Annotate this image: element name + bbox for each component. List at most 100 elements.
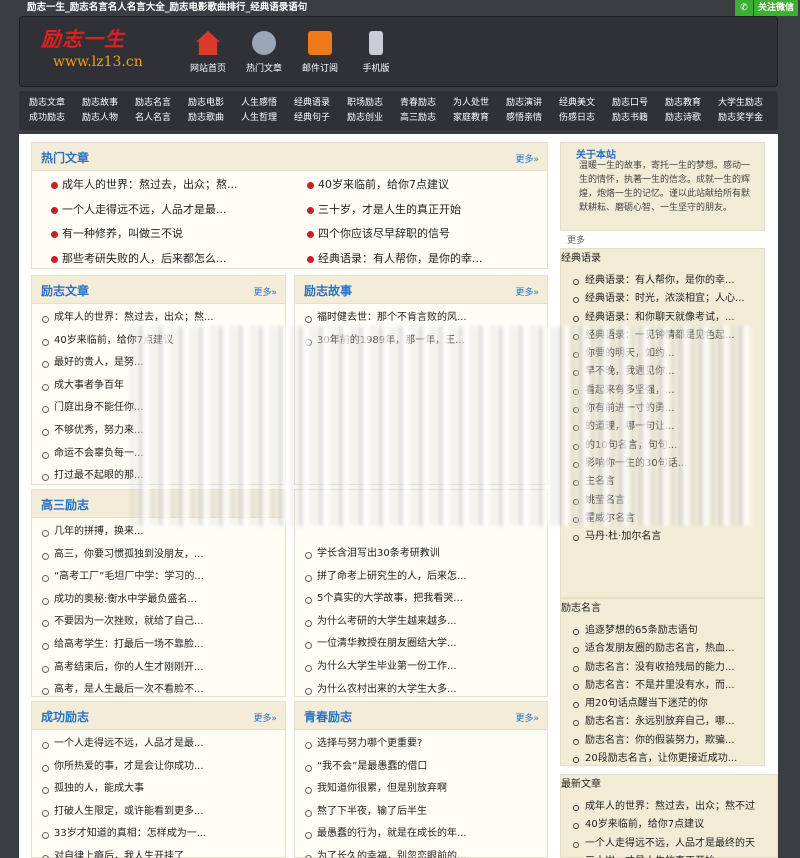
more-link[interactable]: 更多»	[515, 285, 539, 298]
article-link[interactable]: 励志名言：永远别放弃自己，哪...	[561, 713, 764, 731]
nav-home[interactable]: 网站首页	[180, 29, 236, 74]
article-link[interactable]: 5个真实的大学故事，把我看哭...	[305, 588, 547, 611]
hot-article-link[interactable]: 四个你应该尽早辞职的信号	[288, 222, 538, 247]
article-link[interactable]: 一个人走得远不远，人品才是最终的天	[561, 835, 777, 853]
hot-article-link[interactable]: 40岁来临前，给你7点建议	[288, 173, 538, 198]
article-link[interactable]: 一位清华教授在朋友圈结大学...	[305, 633, 547, 656]
hot-article-link[interactable]: 有一种修养，叫做三不说	[32, 222, 288, 247]
more-link[interactable]: 更多	[567, 233, 585, 246]
wechat-follow[interactable]: ✆ 关注微信	[734, 0, 798, 16]
category-link[interactable]: 经典美文	[559, 96, 612, 111]
article-link[interactable]: 不要因为一次挫败，就给了自己...	[42, 611, 285, 634]
category-link[interactable]: 经典语录	[294, 96, 347, 111]
article-link[interactable]: 励志名言：没有收拾残局的能力...	[561, 659, 764, 677]
hot-article-link[interactable]: 成年人的世界：熬过去，出众；熬...	[32, 173, 288, 198]
more-link[interactable]: 更多»	[253, 711, 277, 724]
panel-title: 成功励志	[41, 710, 90, 724]
article-link[interactable]: 学长含泪写出30条考研教训	[305, 543, 547, 566]
article-link[interactable]: 为了长久的幸福，别忽恋眼前的...	[305, 846, 547, 858]
article-link[interactable]: 马丹·杜·加尔名言	[561, 528, 764, 546]
article-link[interactable]: 对自律上瘾后，我人生开挂了	[42, 846, 285, 858]
category-link[interactable]: 励志文章	[29, 96, 82, 111]
article-link[interactable]: 熬了下半夜，输了后半生	[305, 801, 547, 824]
category-link[interactable]: 职场励志	[347, 96, 400, 111]
article-link[interactable]: 励志名言：你的假装努力，欺骗...	[561, 732, 764, 750]
category-link[interactable]: 高三励志	[400, 111, 453, 126]
panel-title: 热门文章	[41, 151, 90, 165]
category-link[interactable]: 人生感悟	[241, 96, 294, 111]
hot-article-link[interactable]: 三十岁，才是人生的真正开始	[288, 198, 538, 223]
article-link[interactable]: 用20句话点醒当下迷茫的你	[561, 695, 764, 713]
article-list: 选择与努力哪个更重要? “我不会”是最愚蠢的借口 我知道你很累，但是别放弃啊 熬了下半…	[295, 730, 547, 858]
category-link[interactable]: 励志演讲	[506, 96, 559, 111]
article-link[interactable]: 拼了命考上研究生的人，后来怎...	[305, 566, 547, 589]
article-link[interactable]: 高考，是人生最后一次不看脸不...	[42, 679, 285, 702]
category-link[interactable]: 励志口号	[612, 96, 665, 111]
wechat-label[interactable]: 关注微信	[753, 0, 798, 16]
article-link[interactable]: 三十岁，才是人生的真正开始	[561, 853, 777, 858]
category-link[interactable]: 励志书籍	[612, 111, 665, 126]
article-link[interactable]: 孤独的人，能成大事	[42, 778, 285, 801]
article-link[interactable]: 追逐梦想的65条励志语句	[561, 622, 764, 640]
category-link[interactable]: 励志诗歌	[665, 111, 718, 126]
article-link[interactable]: 高三，你要习惯孤独到没朋友，...	[42, 544, 285, 567]
article-link[interactable]: 33岁才知道的真相：怎样成为一...	[42, 823, 285, 846]
category-link[interactable]: 名人名言	[135, 111, 188, 126]
site-title: 励志一生_励志名言名人名言大全_励志电影歌曲排行_经典语录语句	[27, 2, 308, 13]
article-link[interactable]: 成功的奥秘:衡水中学最负盛名...	[42, 589, 285, 612]
article-link[interactable]: 我知道你很累，但是别放弃啊	[305, 778, 547, 801]
category-link[interactable]: 经典句子	[294, 111, 347, 126]
article-link[interactable]: 你所热爱的事，才是会让你成功...	[42, 756, 285, 779]
more-link[interactable]: 更多»	[253, 285, 277, 298]
nav-hot[interactable]: 热门文章	[236, 29, 292, 74]
article-link[interactable]: 成年人的世界：熬过去，出众；熬不过	[561, 798, 777, 816]
article-link[interactable]: 励志名言：不是井里没有水，而...	[561, 677, 764, 695]
article-link[interactable]: 20段励志名言，让你更接近成功...	[561, 750, 764, 768]
article-link[interactable]: 经典语录：和你聊天就像考试，...	[561, 309, 764, 327]
category-link[interactable]: 青春励志	[400, 96, 453, 111]
category-link[interactable]: 励志名言	[135, 96, 188, 111]
article-link[interactable]: 40岁来临前，给你7点建议	[561, 816, 777, 834]
category-link[interactable]: 人生哲理	[241, 111, 294, 126]
category-link[interactable]: 伤感日志	[559, 111, 612, 126]
category-link[interactable]: 励志歌曲	[188, 111, 241, 126]
nav-rss[interactable]: 邮件订阅	[292, 29, 348, 74]
nav-mobile[interactable]: 手机版	[348, 29, 404, 74]
article-link[interactable]: 选择与努力哪个更重要?	[305, 733, 547, 756]
site-logo[interactable]: 励志一生 www.lz13.cn	[41, 23, 143, 70]
article-link[interactable]: 为什么考研的大学生越来越多...	[305, 611, 547, 634]
panel-title: 经典语录	[561, 253, 601, 264]
category-link[interactable]: 励志故事	[82, 96, 135, 111]
more-link[interactable]: 更多»	[515, 152, 539, 165]
category-link[interactable]: 励志人物	[82, 111, 135, 126]
category-row-2: 成功励志 励志人物 名人名言 励志歌曲 人生哲理 经典句子 励志创业 高三励志 家庭教育 感悟亲情…	[29, 111, 778, 126]
article-link[interactable]: “我不会”是最愚蠢的借口	[305, 756, 547, 779]
hot-list: 成年人的世界：熬过去，出众；熬... 40岁来临前，给你7点建议 一个人走得远不远，…	[32, 171, 547, 271]
hot-articles-panel: 热门文章 更多» 成年人的世界：熬过去，出众；熬... 40岁来临前，给你7点建议一…	[31, 142, 548, 269]
category-link[interactable]: 大学生励志	[718, 96, 771, 111]
category-link[interactable]: 家庭教育	[453, 111, 506, 126]
article-link[interactable]: 为什么农村出来的大学生大多...	[305, 679, 547, 702]
article-link[interactable]: 为什么大学生毕业第一份工作...	[305, 656, 547, 679]
hot-article-link[interactable]: 那些考研失败的人，后来都怎么...	[32, 247, 288, 272]
article-link[interactable]: 经典语录：有人帮你，是你的幸...	[561, 272, 764, 290]
article-link[interactable]: “高考工厂”毛坦厂中学：学习的...	[42, 566, 285, 589]
article-link[interactable]: 给高考学生：打最后一场不靠脸...	[42, 634, 285, 657]
category-link[interactable]: 感悟亲情	[506, 111, 559, 126]
category-link[interactable]: 励志奖学金	[718, 111, 771, 126]
hot-article-link[interactable]: 一个人走得远不远，人品才是最...	[32, 198, 288, 223]
more-link[interactable]: 更多»	[515, 711, 539, 724]
article-link[interactable]: 一个人走得远不远，人品才是最...	[42, 733, 285, 756]
category-link[interactable]: 励志电影	[188, 96, 241, 111]
category-link[interactable]: 励志创业	[347, 111, 400, 126]
home-icon	[196, 31, 220, 55]
hot-article-link[interactable]: 经典语录：有人帮你，是你的幸...	[288, 247, 538, 272]
article-link[interactable]: 打破人生限定，或许能看到更多...	[42, 801, 285, 824]
article-link[interactable]: 最愚蠢的行为，就是在成长的年...	[305, 823, 547, 846]
category-link[interactable]: 励志教育	[665, 96, 718, 111]
category-link[interactable]: 成功励志	[29, 111, 82, 126]
article-link[interactable]: 高考结束后，你的人生才刚刚开...	[42, 657, 285, 680]
article-link[interactable]: 适合发朋友圈的励志名言，热血...	[561, 640, 764, 658]
category-link[interactable]: 为人处世	[453, 96, 506, 111]
article-link[interactable]: 经典语录：时光，浓淡相宜；人心...	[561, 290, 764, 308]
